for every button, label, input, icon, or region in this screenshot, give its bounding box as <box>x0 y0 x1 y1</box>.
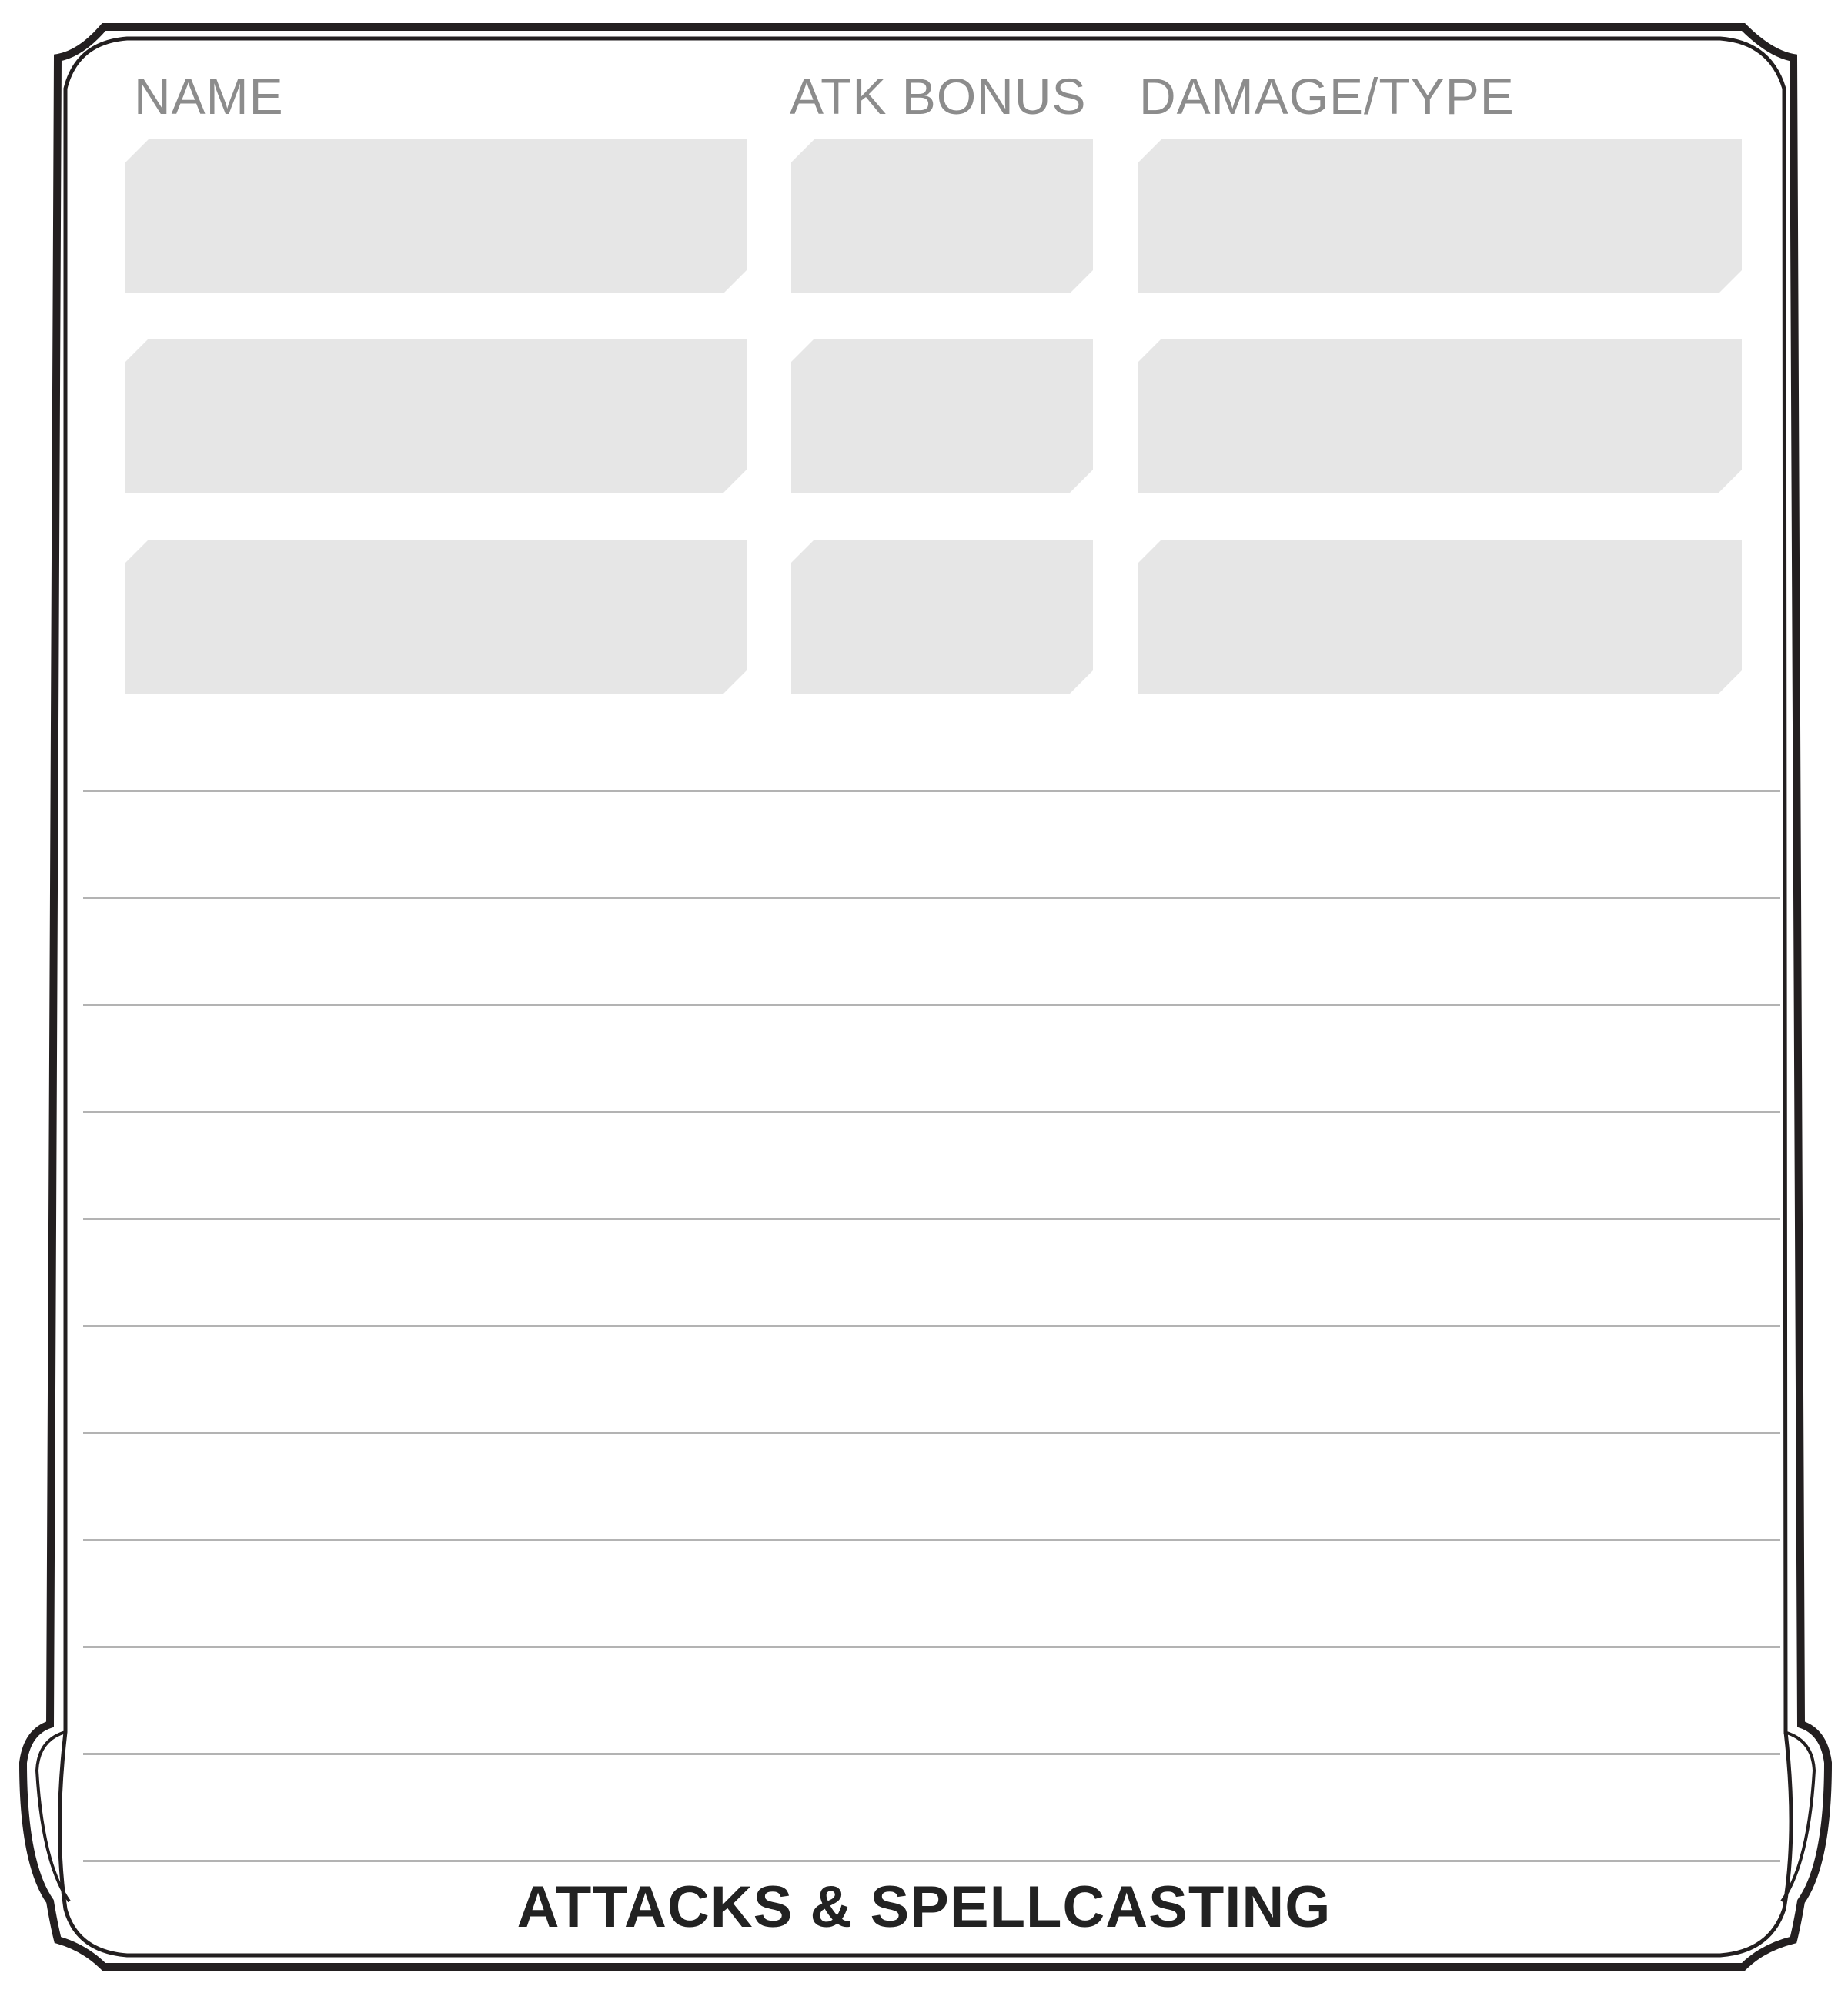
note-rule <box>83 1004 1780 1006</box>
note-line-9[interactable] <box>83 1650 1780 1751</box>
note-line-10[interactable] <box>83 1757 1780 1858</box>
attack-3-atk-bonus-field[interactable] <box>791 540 1093 694</box>
note-rule <box>83 1539 1780 1541</box>
attack-2-damage-type-field[interactable] <box>1138 339 1742 493</box>
note-line-3[interactable] <box>83 1008 1780 1109</box>
note-line-1[interactable] <box>83 794 1780 895</box>
column-header-damage-type: DAMAGE/TYPE <box>1139 68 1515 125</box>
attack-1-name-field[interactable] <box>125 139 747 293</box>
column-header-atk-bonus: ATK BONUS <box>790 68 1087 125</box>
attack-2-name-field[interactable] <box>125 339 747 493</box>
note-rule <box>83 1753 1780 1755</box>
note-line-7[interactable] <box>83 1436 1780 1537</box>
note-line-2[interactable] <box>83 901 1780 1002</box>
attack-3-name-field[interactable] <box>125 540 747 694</box>
note-line-5[interactable] <box>83 1222 1780 1323</box>
note-rule <box>83 1860 1780 1862</box>
note-rule <box>83 1325 1780 1327</box>
note-rule <box>83 1111 1780 1113</box>
section-title: ATTACKS & SPELLCASTING <box>516 1874 1332 1940</box>
note-rule <box>83 1646 1780 1648</box>
note-rule <box>83 790 1780 792</box>
column-header-name: NAME <box>134 68 284 125</box>
note-line-4[interactable] <box>83 1115 1780 1216</box>
note-rule <box>83 897 1780 899</box>
note-rule <box>83 1218 1780 1220</box>
attack-1-damage-type-field[interactable] <box>1138 139 1742 293</box>
note-rule <box>83 1432 1780 1434</box>
attack-3-damage-type-field[interactable] <box>1138 540 1742 694</box>
attack-1-atk-bonus-field[interactable] <box>791 139 1093 293</box>
note-line-8[interactable] <box>83 1543 1780 1644</box>
attack-2-atk-bonus-field[interactable] <box>791 339 1093 493</box>
note-line-6[interactable] <box>83 1329 1780 1430</box>
